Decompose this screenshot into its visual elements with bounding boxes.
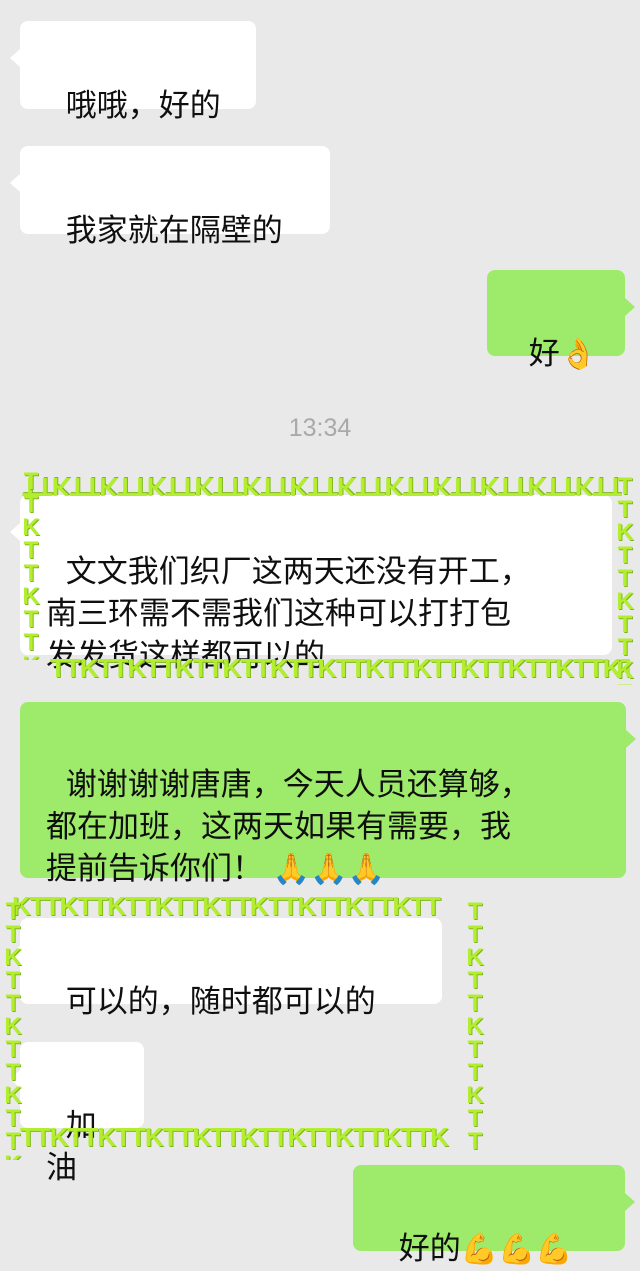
- ok-hand-emoji-icon: 👌: [559, 337, 598, 372]
- chat-timestamp: 13:34: [288, 414, 352, 442]
- message-text: 可以的，随时都可以的: [65, 984, 376, 1020]
- message-bubble-outgoing[interactable]: 谢谢谢谢唐唐，今天人员还算够， 都在加班，这两天如果有需要，我 提前告诉你们！ …: [20, 702, 636, 887]
- message-text: 文文我们织厂这两天还没有开工， 南三环需不需我们这种可以打打包 发发货这样都可以…: [46, 554, 531, 674]
- message-text: 好的: [398, 1231, 461, 1267]
- message-bubble-incoming[interactable]: 我家就在隔壁的: [10, 146, 330, 249]
- message-text: 加油: [46, 1108, 97, 1186]
- message-text: 我家就在隔壁的: [65, 213, 283, 249]
- message-bubble-incoming[interactable]: 可以的，随时都可以的: [10, 918, 442, 1020]
- message-bubble-outgoing[interactable]: 好的💪💪💪: [353, 1165, 635, 1267]
- ttk-watermark-right: TTKTTKTTKTTK: [466, 900, 484, 1150]
- message-bubble-incoming[interactable]: 加油: [10, 1042, 144, 1186]
- ttk-watermark-right: TTKTTKTTKTT: [616, 475, 634, 685]
- pray-emoji-icon: 🙏🙏🙏: [272, 852, 385, 887]
- flexed-biceps-emoji-icon: 💪💪💪: [460, 1232, 573, 1267]
- message-bubble-incoming[interactable]: 文文我们织厂这两天还没有开工， 南三环需不需我们这种可以打打包 发发货这样都可以…: [10, 495, 612, 674]
- message-text: 哦哦，好的: [65, 88, 221, 124]
- message-bubble-incoming[interactable]: 哦哦，好的: [10, 21, 256, 124]
- message-text: 好: [528, 336, 560, 372]
- message-bubble-outgoing[interactable]: 好👌: [487, 270, 635, 372]
